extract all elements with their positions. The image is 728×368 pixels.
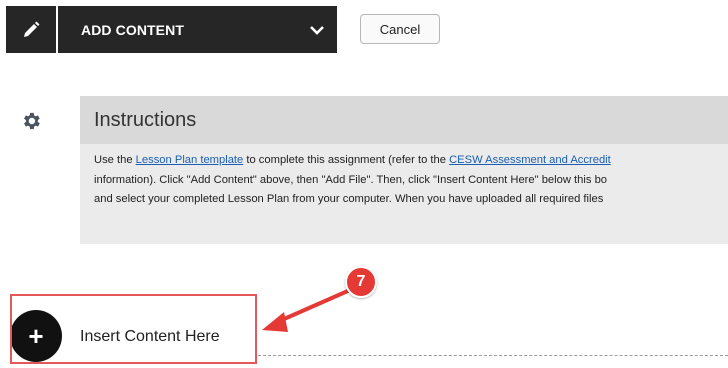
instructions-line-2: information). Click "Add Content" above,… — [94, 173, 608, 186]
instructions-title: Instructions — [80, 96, 728, 144]
pencil-icon — [24, 21, 40, 37]
cancel-button[interactable]: Cancel — [360, 14, 440, 44]
divider — [258, 355, 728, 356]
highlight-box — [10, 294, 257, 364]
add-content-label: ADD CONTENT — [81, 21, 184, 38]
edit-button[interactable] — [6, 6, 56, 53]
instructions-line-3: and select your completed Lesson Plan fr… — [94, 193, 604, 205]
step-badge: 7 — [345, 266, 377, 298]
gear-icon[interactable] — [20, 110, 42, 132]
chevron-down-icon — [309, 22, 325, 38]
instructions-panel: Instructions Use the Lesson Plan templat… — [80, 96, 728, 244]
cesw-assessment-link[interactable]: CESW Assessment and Accredit — [449, 154, 611, 166]
instructions-body: Use the Lesson Plan template to complete… — [80, 144, 728, 210]
instructions-line-1: Use the Lesson Plan template to complete… — [94, 154, 611, 166]
lesson-plan-template-link[interactable]: Lesson Plan template — [136, 154, 244, 166]
add-content-dropdown[interactable]: ADD CONTENT — [58, 6, 337, 53]
